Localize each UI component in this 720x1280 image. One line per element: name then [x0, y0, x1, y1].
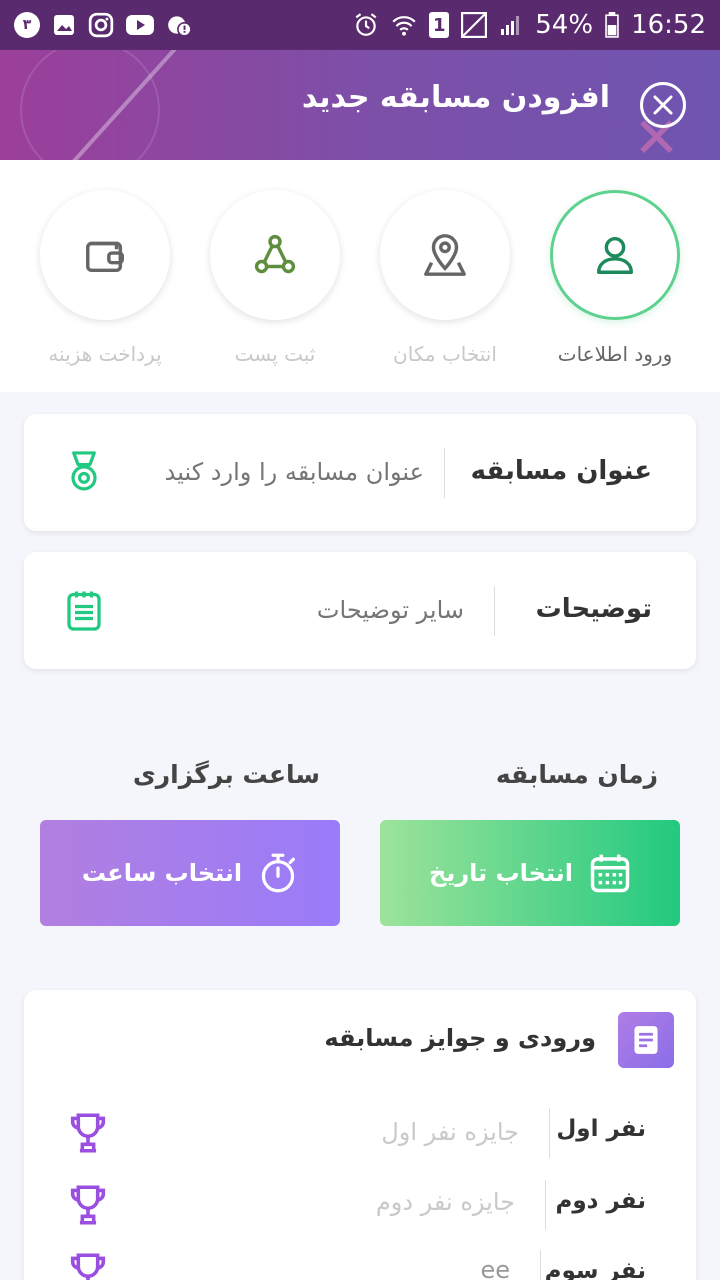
description-field-card: توضیحات — [24, 552, 696, 669]
divider — [494, 586, 495, 636]
step-label: ثبت پست — [234, 342, 316, 366]
trophy-icon — [70, 1113, 106, 1153]
step-choose-location[interactable]: انتخاب مکان — [380, 190, 510, 366]
progress-stepper: ورود اطلاعات انتخاب مکان ثبت پست پرداخت … — [0, 160, 720, 392]
divider — [549, 1108, 550, 1158]
prizes-card: ورودی و جوایز مسابقه نفر اول جایزه نفر ا… — [24, 990, 696, 1280]
third-prize-input[interactable]: ee — [480, 1256, 510, 1280]
description-label: توضیحات — [535, 594, 652, 624]
wallet-icon — [86, 241, 124, 273]
step-payment[interactable]: پرداخت هزینه — [40, 190, 170, 366]
medal-icon — [71, 451, 97, 491]
status-bar: ۳ 1 54% 16:52 — [0, 0, 720, 50]
title-label: عنوان مسابقه — [470, 456, 652, 486]
app-header: ✕ افزودن مسابقه جدید — [0, 50, 720, 160]
choose-time-button[interactable]: انتخاب ساعت — [40, 820, 340, 926]
wifi-icon — [392, 16, 416, 36]
signal-icon — [501, 16, 520, 35]
choose-date-button[interactable]: انتخاب تاریخ — [380, 820, 680, 926]
calendar-icon — [590, 854, 630, 893]
instagram-icon — [88, 12, 114, 38]
clipboard-icon — [67, 591, 101, 631]
battery-percent: 54% — [535, 10, 594, 40]
choose-date-label: انتخاب تاریخ — [429, 859, 573, 887]
title-field-card: عنوان مسابقه — [24, 414, 696, 531]
sim-indicator: 1 — [429, 12, 450, 38]
user-icon — [596, 236, 634, 274]
close-icon — [653, 95, 673, 115]
step-label: انتخاب مکان — [393, 342, 497, 366]
first-prize-input[interactable]: جایزه نفر اول — [381, 1118, 519, 1146]
step-circle — [210, 190, 340, 320]
prize-row-label: نفر اول — [556, 1116, 646, 1142]
step-label: پرداخت هزینه — [48, 342, 162, 366]
step-label: ورود اطلاعات — [557, 342, 673, 366]
battery-icon — [605, 12, 619, 38]
title-input[interactable] — [134, 452, 424, 492]
divider — [545, 1180, 546, 1230]
trophy-icon — [70, 1185, 106, 1225]
youtube-icon — [126, 15, 154, 35]
step-circle — [380, 190, 510, 320]
notification-count-icon: ۳ — [14, 12, 40, 38]
step-submit-post[interactable]: ثبت پست — [210, 190, 340, 366]
document-icon — [634, 1026, 658, 1054]
date-section-label: زمان مسابقه — [495, 760, 658, 789]
divider — [540, 1250, 541, 1280]
description-input[interactable] — [134, 590, 464, 630]
step-enter-info[interactable]: ورود اطلاعات — [550, 190, 680, 366]
clock: 16:52 — [631, 10, 706, 40]
map-pin-icon — [424, 234, 466, 276]
trophy-icon — [70, 1253, 106, 1280]
second-prize-input[interactable]: جایزه نفر دوم — [376, 1188, 515, 1216]
alert-cloud-icon — [168, 16, 192, 37]
network-icon — [254, 234, 296, 274]
step-circle — [40, 190, 170, 320]
divider — [444, 448, 445, 498]
prizes-title: ورودی و جوایز مسابقه — [324, 1024, 596, 1052]
alarm-icon — [355, 13, 377, 36]
no-signal-icon — [461, 12, 488, 38]
stopwatch-icon — [261, 853, 296, 893]
page-title: افزودن مسابقه جدید — [301, 80, 610, 115]
prize-row-label: نفر سوم — [544, 1258, 646, 1280]
gallery-icon — [54, 15, 74, 35]
choose-time-label: انتخاب ساعت — [81, 859, 243, 887]
document-icon-badge — [618, 1012, 674, 1068]
prize-row-label: نفر دوم — [555, 1188, 646, 1214]
close-button[interactable] — [640, 82, 686, 128]
step-circle — [550, 190, 680, 320]
time-section-label: ساعت برگزاری — [132, 760, 320, 789]
